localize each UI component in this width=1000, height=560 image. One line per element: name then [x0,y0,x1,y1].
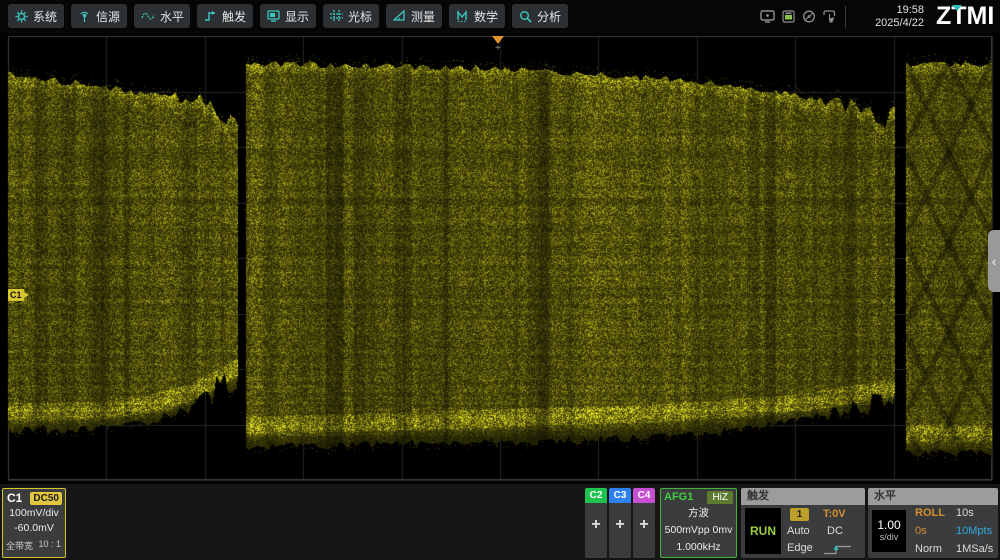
horizontal-mode: ROLL [915,507,945,519]
menu-label-trigger: 触发 [222,8,246,25]
horizontal-acquire: Norm [915,543,942,555]
channel1-probe-ratio: 10 : 1 [38,539,61,552]
waveform-display: + C1 ‹ [0,33,1000,484]
top-menu-bar: 系统 信源 水平 触发 显示 光标 [0,0,1000,33]
gear-icon [15,10,28,23]
channel4-add-button[interactable]: + [633,516,655,534]
math-icon [456,10,469,22]
clock-date: 2025/4/22 [852,17,924,30]
disc-icon[interactable] [802,10,816,23]
channel3-box[interactable]: C3 + [609,488,631,558]
channel1-label: C1 [7,491,22,505]
trigger-mode: Auto [787,525,810,537]
horizontal-memory: 10Mpts [956,525,992,537]
clock-time: 19:58 [852,4,924,17]
trigger-coupling: DC [827,525,843,537]
trigger-level: T:0V [823,508,846,520]
channel2-add-button[interactable]: + [585,516,607,534]
clock: 19:58 2025/4/22 [852,4,930,30]
analysis-icon [519,10,532,23]
horizontal-scale-box: 1.00 s/div [872,510,906,552]
afg-impedance-badge: HiZ [707,491,733,504]
menu-label-display: 显示 [285,8,309,25]
menu-button-cursor[interactable]: 光标 [323,4,379,28]
wave-icon [141,10,155,22]
afg-amplitude-offset: 500mVpp 0mv [661,522,736,539]
separator [845,6,846,28]
status-cluster: 19:58 2025/4/22 ZTMI [760,0,1000,33]
status-bar: C1 DC50 100mV/div -60.0mV 全带宽 10 : 1 C2 … [0,484,1000,560]
source-icon [78,10,91,23]
channel2-label: C2 [585,488,607,503]
cursor-icon [330,10,343,22]
brand-logo: ZTMI [936,2,998,31]
trigger-type: Edge [787,542,813,554]
channel4-label: C4 [633,488,655,503]
channel1-offset: -60.0mV [3,521,65,536]
trigger-icon [204,10,217,22]
menu-button-analysis[interactable]: 分析 [512,4,568,28]
horizontal-title: 水平 [868,488,998,505]
channel1-scale: 100mV/div [3,506,65,521]
channel3-label: C3 [609,488,631,503]
menu-label-analysis: 分析 [537,8,561,25]
trigger-state: RUN [745,508,781,554]
touch-icon[interactable] [822,10,837,23]
afg-label: AFG1 [664,491,693,503]
chevron-left-icon: ‹ [992,254,996,269]
rising-edge-icon [823,543,853,556]
menu-label-horizontal: 水平 [160,8,184,25]
display-icon [267,10,280,22]
menu-button-trigger[interactable]: 触发 [197,4,253,28]
channel2-box[interactable]: C2 + [585,488,607,558]
menu-label-system: 系统 [33,8,57,25]
storage-card-icon[interactable] [781,10,796,23]
oscilloscope-app: 系统 信源 水平 触发 显示 光标 [0,0,1000,560]
measure-icon [393,10,406,22]
channel1-coupling-badge: DC50 [30,492,62,505]
menu-button-math[interactable]: 数学 [449,4,505,28]
channel1-offset-marker[interactable]: C1 [8,289,24,301]
trigger-title: 触发 [741,488,865,505]
channel1-box[interactable]: C1 DC50 100mV/div -60.0mV 全带宽 10 : 1 [2,488,66,558]
afg-wave-type: 方波 [661,505,736,522]
screen-mirror-icon[interactable] [760,10,775,23]
trigger-source-badge: 1 [790,508,809,521]
waveform-canvas[interactable] [0,33,1000,484]
menu-button-source[interactable]: 信源 [71,4,127,28]
trigger-cross-marker: + [495,44,501,54]
menu-button-system[interactable]: 系统 [8,4,64,28]
main-menu: 系统 信源 水平 触发 显示 光标 [8,4,568,28]
channel1-bandwidth: 全带宽 [6,539,33,552]
channel3-add-button[interactable]: + [609,516,631,534]
menu-label-source: 信源 [96,8,120,25]
afg-box[interactable]: AFG1 HiZ 方波 500mVpp 0mv 1.000kHz [660,488,737,558]
horizontal-delay: 0s [915,525,927,537]
horizontal-window: 10s [956,507,974,519]
menu-label-math: 数学 [474,8,498,25]
horizontal-scale-value: 1.00 [877,519,900,532]
trigger-box[interactable]: 触发 RUN 1 T:0V Auto DC Edge [741,488,865,558]
horizontal-scale-unit: s/div [880,532,899,543]
horizontal-box[interactable]: 水平 1.00 s/div ROLL 10s 0s 10Mpts Norm 1M… [868,488,998,558]
horizontal-sample-rate: 1MSa/s [956,543,993,555]
side-panel-handle[interactable]: ‹ [988,230,1000,292]
menu-label-measure: 测量 [411,8,435,25]
menu-button-horizontal[interactable]: 水平 [134,4,190,28]
menu-label-cursor: 光标 [348,8,372,25]
afg-frequency: 1.000kHz [661,539,736,556]
channel4-box[interactable]: C4 + [633,488,655,558]
menu-button-display[interactable]: 显示 [260,4,316,28]
logo-accent-icon [952,5,962,11]
menu-button-measure[interactable]: 测量 [386,4,442,28]
